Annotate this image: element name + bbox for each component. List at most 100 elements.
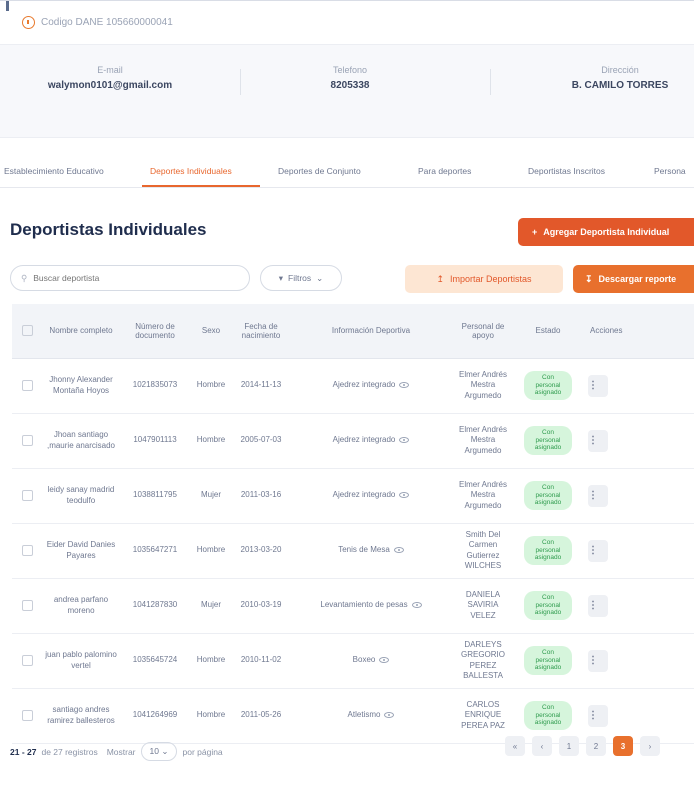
sex: Hombre [190, 633, 232, 689]
support-staff: CARLOS ENRIQUE PEREA PAZ [452, 688, 514, 744]
search-box[interactable]: ⚲ [10, 265, 250, 291]
col-name[interactable]: Nombre completo [42, 304, 120, 359]
eye-icon[interactable] [399, 492, 410, 499]
col-sex[interactable]: Sexo [190, 304, 232, 359]
birth-date: 2011-05-26 [232, 688, 290, 744]
more-actions-icon[interactable]: ⋮ [588, 374, 608, 397]
search-input[interactable] [33, 273, 224, 283]
tab-deportes-individuales[interactable]: Deportes Individuales [150, 166, 232, 176]
add-athlete-label: Agregar Deportista Individual [543, 227, 670, 237]
import-label: Importar Deportistas [450, 274, 532, 284]
per-page-select[interactable]: 10 ⌄ [140, 742, 178, 761]
select-all-cell [12, 304, 42, 359]
col-status[interactable]: Estado [514, 304, 582, 359]
more-actions-icon[interactable]: ⋮ [588, 704, 608, 727]
col-support-staff[interactable]: Personal de apoyo [452, 304, 514, 359]
first-page-button[interactable]: « [505, 736, 525, 756]
address-info: Dirección B. CAMILO TORRES [520, 65, 694, 91]
status-cell: Con personal asignado [514, 468, 582, 524]
status-badge: Con personal asignado [524, 701, 572, 730]
tab-para-deportes[interactable]: Para deportes [418, 166, 471, 176]
more-actions-icon[interactable]: ⋮ [588, 539, 608, 562]
tab-deportes-conjunto[interactable]: Deportes de Conjunto [278, 166, 361, 176]
more-actions-icon[interactable]: ⋮ [588, 484, 608, 507]
birth-date: 2010-03-19 [232, 578, 290, 634]
more-actions-icon[interactable]: ⋮ [588, 429, 608, 452]
sex: Mujer [190, 578, 232, 634]
table-row: leidy sanay madrid teodulfo 1038811795 Muj… [12, 468, 694, 524]
active-tab-indicator [142, 185, 260, 187]
athlete-name: Jhoan santiago ,maurie anarcisado [42, 413, 120, 469]
status-cell: Con personal asignado [514, 413, 582, 469]
document-number: 1038811795 [120, 468, 190, 524]
table-row: santiago andres ramirez ballesteros 10412… [12, 688, 694, 744]
athlete-name: santiago andres ramirez ballesteros [42, 688, 120, 744]
support-staff: DARLEYS GREGORIO PEREZ BALLESTA [452, 633, 514, 689]
record-total: de 27 registros [41, 746, 98, 757]
page-3-button[interactable]: 3 [613, 736, 633, 756]
sex: Hombre [190, 413, 232, 469]
row-select-cell [12, 578, 42, 634]
contact-info-panel: E-mail walymon0101@gmail.com Telefono 82… [0, 44, 694, 120]
eye-icon[interactable] [399, 437, 410, 444]
row-select-cell [12, 468, 42, 524]
filter-button[interactable]: ▾ Filtros ⌄ [260, 265, 342, 291]
page-1-button[interactable]: 1 [559, 736, 579, 756]
prev-page-button[interactable]: ‹ [532, 736, 552, 756]
birth-date: 2014-11-13 [232, 358, 290, 414]
table-row: Jhonny Alexander Montaña Hoyos 1021835073… [12, 358, 694, 414]
page-title: Deportistas Individuales [10, 220, 207, 239]
eye-icon[interactable] [399, 382, 410, 389]
sport-info-cell: Boxeo [290, 633, 452, 689]
row-select-cell [12, 633, 42, 689]
eye-icon[interactable] [411, 602, 422, 609]
eye-icon[interactable] [379, 657, 390, 664]
select-all-checkbox[interactable] [21, 325, 33, 337]
school-header-card: Codigo DANE 105660000041 [0, 0, 694, 44]
page-2-button[interactable]: 2 [586, 736, 606, 756]
support-staff: Smith Del Carmen Gutierrez WILCHES [452, 523, 514, 579]
download-report-button[interactable]: ↧ Descargar reporte [573, 265, 694, 293]
table-row: andrea parfano moreno 1041287830 Mujer 2010… [12, 578, 694, 634]
row-checkbox[interactable] [21, 434, 33, 446]
download-label: Descargar reporte [598, 274, 677, 284]
birth-date: 2005-07-03 [232, 413, 290, 469]
tab-deportistas-inscritos[interactable]: Deportistas Inscritos [528, 166, 605, 176]
tab-establecimiento[interactable]: Establecimiento Educativo [4, 166, 104, 176]
sport-name: Atletismo [347, 710, 381, 720]
chevron-down-icon: ⌄ [161, 746, 169, 756]
search-icon: ⚲ [21, 272, 28, 283]
row-checkbox[interactable] [21, 379, 33, 391]
status-badge: Con personal asignado [524, 646, 572, 675]
birth-date: 2011-03-16 [232, 468, 290, 524]
row-checkbox[interactable] [21, 489, 33, 501]
eye-icon[interactable] [384, 712, 395, 719]
sport-info-cell: Ajedrez integrado [290, 358, 452, 414]
col-birthdate[interactable]: Fecha de nacimiento [232, 304, 290, 359]
sport-info-cell: Levantamiento de pesas [290, 578, 452, 634]
row-checkbox[interactable] [21, 544, 33, 556]
eye-icon[interactable] [393, 547, 404, 554]
sport-info-cell: Ajedrez integrado [290, 468, 452, 524]
more-actions-icon[interactable]: ⋮ [588, 649, 608, 672]
pagination: « ‹ 1 2 3 › [505, 736, 660, 756]
more-actions-icon[interactable]: ⋮ [588, 594, 608, 617]
row-checkbox[interactable] [21, 599, 33, 611]
document-number: 1035645724 [120, 633, 190, 689]
add-athlete-button[interactable]: + Agregar Deportista Individual [518, 218, 694, 246]
sport-name: Levantamiento de pesas [320, 600, 408, 610]
next-page-button[interactable]: › [640, 736, 660, 756]
row-checkbox[interactable] [21, 709, 33, 721]
tab-persona[interactable]: Persona [654, 166, 686, 176]
filter-label: Filtros [288, 273, 312, 283]
dane-code-text: Codigo DANE 105660000041 [41, 17, 173, 28]
address-value: B. CAMILO TORRES [571, 80, 669, 91]
col-document[interactable]: Número de documento [120, 304, 190, 359]
import-athletes-button[interactable]: ↥ Importar Deportistas [405, 265, 563, 293]
athlete-name: andrea parfano moreno [42, 578, 120, 634]
support-staff: Elmer Andrés Mestra Argumedo [452, 468, 514, 524]
col-sport-info[interactable]: Información Deportiva [290, 304, 452, 359]
actions-cell: ⋮ [582, 468, 694, 524]
row-checkbox[interactable] [21, 654, 33, 666]
sport-name: Ajedrez integrado [332, 435, 396, 445]
